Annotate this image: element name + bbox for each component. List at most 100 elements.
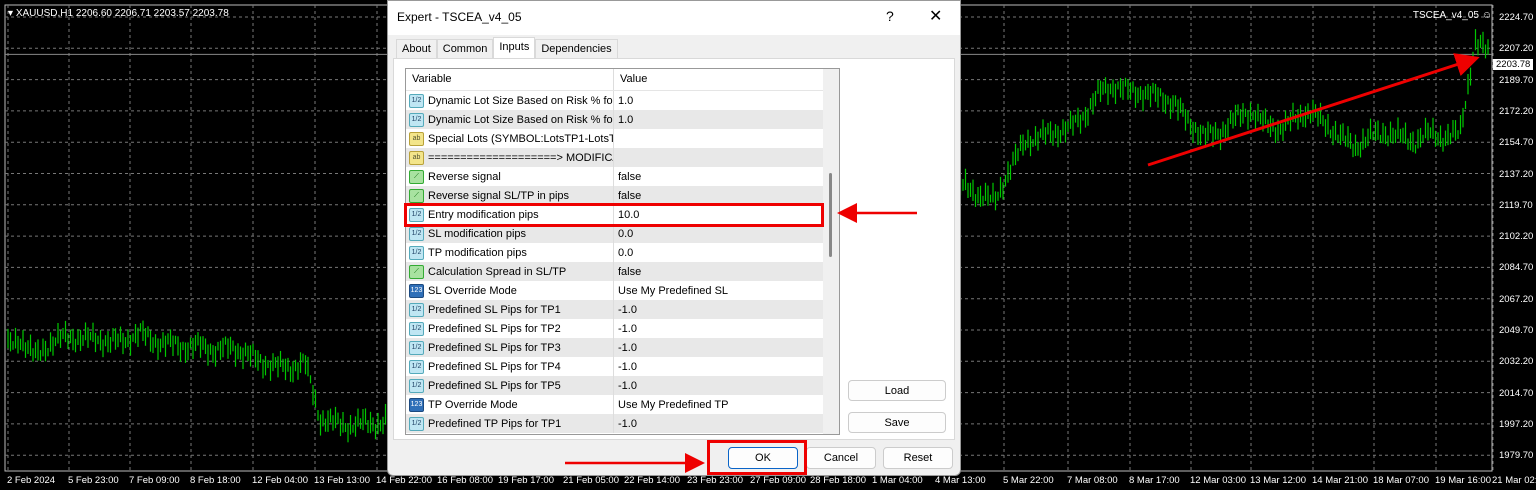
scrollbar-thumb[interactable] — [829, 173, 832, 257]
value-cell[interactable]: -1.0 — [614, 361, 637, 373]
input-row[interactable]: ab ====================> MODIFICA... — [406, 148, 839, 167]
time-axis-label: 2 Feb 2024 — [7, 475, 56, 486]
input-row[interactable]: 1/2 Predefined SL Pips for TP4 -1.0 — [406, 357, 839, 376]
double-type-icon: 1/2 — [409, 226, 424, 241]
variable-cell: 1/2 Predefined TP Pips for TP1 — [406, 414, 614, 433]
variable-cell: 1/2 Predefined SL Pips for TP1 — [406, 300, 614, 319]
bool-type-icon: ⟋ — [409, 264, 424, 279]
tab-bar: About Common Inputs Dependencies — [396, 37, 618, 59]
value-cell[interactable]: false — [614, 266, 641, 278]
variable-cell: 1/2 TP modification pips — [406, 243, 614, 262]
price-axis-label: 2032.20 — [1499, 356, 1534, 368]
input-row[interactable]: ⟋ Reverse signal SL/TP in pips false — [406, 186, 839, 205]
string-type-icon: ab — [409, 131, 424, 146]
bool-type-icon: ⟋ — [409, 169, 424, 184]
time-axis-label: 12 Feb 04:00 — [252, 475, 308, 486]
scrollbar[interactable] — [823, 69, 839, 434]
price-axis-label: 2172.20 — [1499, 105, 1534, 117]
value-cell[interactable]: Use My Predefined SL — [614, 285, 728, 297]
input-row[interactable]: ⟋ Calculation Spread in SL/TP false — [406, 262, 839, 281]
time-axis-label: 16 Feb 08:00 — [437, 475, 493, 486]
price-axis-label: 2224.70 — [1499, 12, 1534, 23]
input-row[interactable]: 1/2 Entry modification pips 10.0 — [406, 205, 839, 224]
input-row[interactable]: 1/2 Predefined SL Pips for TP5 -1.0 — [406, 376, 839, 395]
value-cell[interactable]: -1.0 — [614, 418, 637, 430]
dialog-title: Expert - TSCEA_v4_05 — [397, 10, 522, 24]
variable-cell: 123 SL Override Mode — [406, 281, 614, 300]
input-row[interactable]: 1/2 Predefined SL Pips for TP2 -1.0 — [406, 319, 839, 338]
input-row[interactable]: ⟋ Reverse signal false — [406, 167, 839, 186]
input-row[interactable]: 1/2 SL modification pips 0.0 — [406, 224, 839, 243]
value-cell[interactable]: false — [614, 190, 641, 202]
close-button[interactable]: ✕ — [929, 6, 942, 26]
time-axis-label: 18 Mar 07:00 — [1373, 475, 1429, 486]
current-price: 2203.78 — [1493, 59, 1534, 70]
column-variable[interactable]: Variable — [406, 69, 614, 90]
double-type-icon: 1/2 — [409, 112, 424, 127]
time-axis-label: 5 Mar 22:00 — [1003, 475, 1054, 486]
price-axis-label: 2189.70 — [1499, 74, 1534, 86]
variable-cell: 1/2 Entry modification pips — [406, 205, 614, 224]
input-row[interactable]: 1/2 Dynamic Lot Size Based on Risk % for … — [406, 91, 839, 110]
value-cell[interactable]: false — [614, 171, 641, 183]
cancel-button[interactable]: Cancel — [806, 447, 876, 469]
variable-name: SL modification pips — [428, 227, 527, 240]
input-row[interactable]: ab Special Lots (SYMBOL:LotsTP1-LotsT... — [406, 129, 839, 148]
tab-inputs[interactable]: Inputs — [493, 37, 536, 59]
time-axis-label: 5 Feb 23:00 — [68, 475, 119, 486]
price-axis-label: 2067.20 — [1499, 293, 1534, 305]
input-row[interactable]: 123 SL Override Mode Use My Predefined SL — [406, 281, 839, 300]
variable-name: Dynamic Lot Size Based on Risk % for ... — [428, 94, 614, 107]
value-cell[interactable]: 0.0 — [614, 247, 633, 259]
value-cell[interactable]: Use My Predefined TP — [614, 399, 728, 411]
reset-button[interactable]: Reset — [883, 447, 953, 469]
tab-dependencies[interactable]: Dependencies — [535, 39, 618, 59]
time-axis-label: 13 Feb 13:00 — [314, 475, 370, 486]
tab-common[interactable]: Common — [436, 39, 494, 59]
time-axis-label: 28 Feb 18:00 — [810, 475, 866, 486]
variable-name: Predefined SL Pips for TP4 — [428, 360, 561, 373]
value-cell[interactable]: -1.0 — [614, 304, 637, 316]
double-type-icon: 1/2 — [409, 340, 424, 355]
inputs-panel: Variable Value 1/2 Dynamic Lot Size Based… — [393, 58, 955, 440]
column-value[interactable]: Value — [614, 69, 653, 90]
value-cell[interactable]: -1.0 — [614, 323, 637, 335]
price-axis-label: 2119.70 — [1499, 199, 1533, 211]
variable-cell: ⟋ Calculation Spread in SL/TP — [406, 262, 614, 281]
tab-about[interactable]: About — [396, 39, 437, 59]
variable-name: Reverse signal SL/TP in pips — [428, 189, 570, 202]
input-row[interactable]: 1/2 TP modification pips 0.0 — [406, 243, 839, 262]
variable-cell: ab Special Lots (SYMBOL:LotsTP1-LotsT... — [406, 129, 614, 148]
title-bar: Expert - TSCEA_v4_05 ? ✕ — [388, 1, 960, 35]
time-axis-label: 27 Feb 09:00 — [750, 475, 806, 486]
input-row[interactable]: 1/2 Predefined SL Pips for TP3 -1.0 — [406, 338, 839, 357]
value-cell[interactable]: 1.0 — [614, 114, 633, 126]
variable-name: Predefined SL Pips for TP1 — [428, 303, 561, 316]
variable-name: Predefined SL Pips for TP5 — [428, 379, 561, 392]
load-button[interactable]: Load — [848, 380, 946, 401]
help-button[interactable]: ? — [886, 8, 894, 24]
input-row[interactable]: 1/2 Predefined TP Pips for TP1 -1.0 — [406, 414, 839, 433]
double-type-icon: 1/2 — [409, 207, 424, 222]
variable-name: Calculation Spread in SL/TP — [428, 265, 567, 278]
value-cell[interactable]: -1.0 — [614, 342, 637, 354]
inputs-table: Variable Value 1/2 Dynamic Lot Size Based… — [405, 68, 840, 435]
price-axis-label: 2084.70 — [1499, 262, 1534, 274]
variable-cell: 1/2 Predefined SL Pips for TP4 — [406, 357, 614, 376]
input-row[interactable]: 1/2 Dynamic Lot Size Based on Risk % for … — [406, 110, 839, 129]
price-axis-label: 2154.70 — [1499, 137, 1534, 149]
value-cell[interactable]: 10.0 — [614, 209, 639, 221]
value-cell[interactable]: -1.0 — [614, 380, 637, 392]
price-axis-label: 2014.70 — [1499, 387, 1534, 399]
variable-cell: 1/2 SL modification pips — [406, 224, 614, 243]
value-cell[interactable]: 1.0 — [614, 95, 633, 107]
price-axis-label: 1997.20 — [1499, 418, 1534, 430]
input-row[interactable]: 123 TP Override Mode Use My Predefined TP — [406, 395, 839, 414]
input-row[interactable]: 1/2 Predefined SL Pips for TP1 -1.0 — [406, 300, 839, 319]
double-type-icon: 1/2 — [409, 93, 424, 108]
ok-button[interactable]: OK — [728, 447, 798, 469]
value-cell[interactable]: 0.0 — [614, 228, 633, 240]
variable-cell: 1/2 Dynamic Lot Size Based on Risk % for … — [406, 91, 614, 110]
time-axis-label: 19 Mar 16:00 — [1435, 475, 1491, 486]
save-button[interactable]: Save — [848, 412, 946, 433]
